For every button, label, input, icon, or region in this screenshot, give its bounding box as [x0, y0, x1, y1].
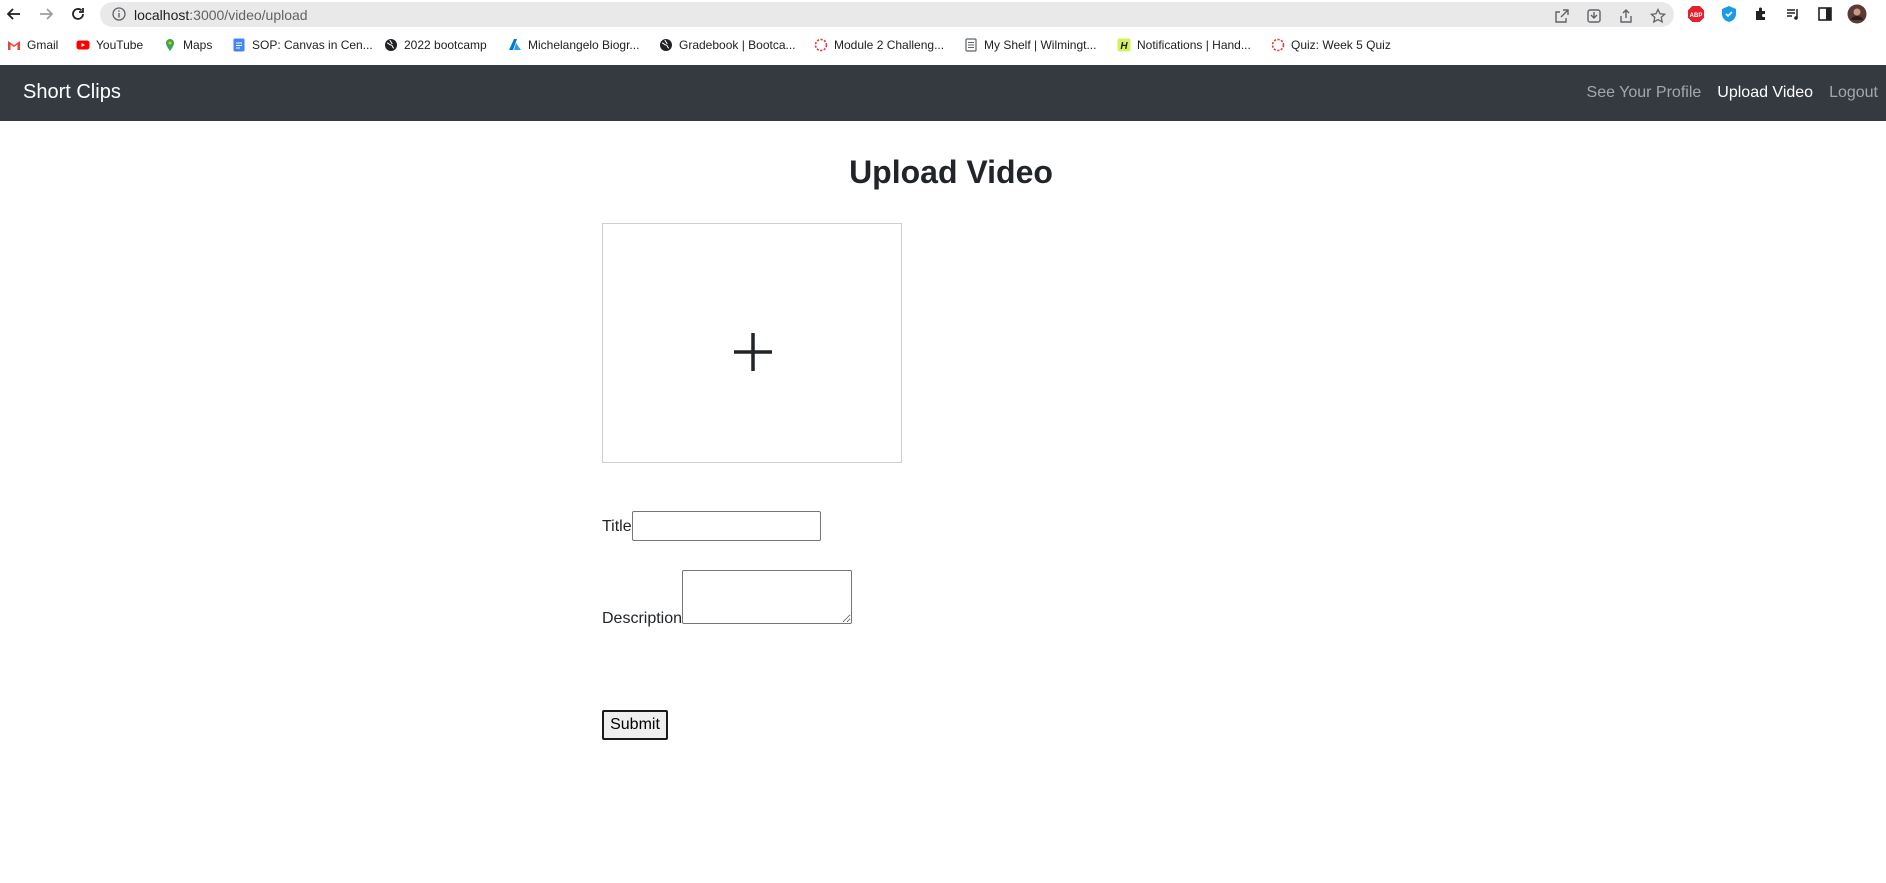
canvas-icon — [1271, 38, 1285, 52]
bookmark-2022-bootcamp[interactable]: 2022 bootcamp — [384, 36, 487, 54]
nav-link-logout[interactable]: Logout — [1821, 82, 1886, 104]
install-icon[interactable] — [1586, 8, 1602, 24]
bookmark-gmail[interactable]: Gmail — [7, 36, 58, 54]
bookmark-label: Notifications | Hand... — [1137, 38, 1251, 52]
bookmark-sop-canvas[interactable]: SOP: Canvas in Cen... — [232, 36, 373, 54]
adblock-icon[interactable]: ABP — [1686, 4, 1706, 24]
bookmark-youtube[interactable]: YouTube — [76, 36, 143, 54]
url-text: localhost:3000/video/upload — [134, 7, 308, 23]
azure-icon — [508, 38, 522, 52]
canvas-icon — [814, 38, 828, 52]
title-input[interactable] — [632, 511, 821, 541]
forward-arrow-icon[interactable] — [36, 4, 56, 24]
bookmark-module-2[interactable]: Module 2 Challeng... — [814, 36, 944, 54]
bookmark-label: Quiz: Week 5 Quiz — [1291, 38, 1391, 52]
browser-toolbar: localhost:3000/video/upload ABP — [0, 0, 1886, 28]
video-dropzone[interactable] — [602, 223, 902, 463]
bookmark-notifications[interactable]: H Notifications | Hand... — [1117, 36, 1251, 54]
submit-button[interactable]: Submit — [602, 710, 668, 740]
handshake-icon: H — [1117, 38, 1131, 52]
brand-link[interactable]: Short Clips — [23, 80, 121, 104]
nav-link-upload-video[interactable]: Upload Video — [1709, 82, 1821, 104]
docs-icon — [232, 38, 246, 52]
youtube-icon — [76, 38, 90, 52]
bookmark-label: Maps — [183, 38, 213, 52]
star-icon[interactable] — [1650, 8, 1666, 24]
globe-icon — [384, 38, 398, 52]
reload-icon[interactable] — [68, 4, 88, 24]
back-arrow-icon[interactable] — [4, 4, 24, 24]
bookmark-label: 2022 bootcamp — [404, 38, 487, 52]
puzzle-icon[interactable] — [1751, 4, 1771, 24]
side-panel-icon[interactable] — [1815, 4, 1835, 24]
gmail-icon — [7, 38, 21, 52]
globe-icon — [659, 38, 673, 52]
bookmark-label: My Shelf | Wilmingt... — [984, 38, 1097, 52]
bookmark-label: YouTube — [96, 38, 144, 52]
bookmark-maps[interactable]: Maps — [163, 36, 212, 54]
profile-avatar-icon[interactable] — [1847, 4, 1867, 24]
svg-text:H: H — [1120, 41, 1128, 52]
description-label: Description — [602, 610, 683, 627]
bookmarks-bar: Gmail YouTube Maps SOP: Canvas in Cen...… — [0, 32, 1886, 58]
description-textarea[interactable] — [682, 570, 852, 624]
page-icon — [964, 38, 978, 52]
bookmark-label: Module 2 Challeng... — [834, 38, 945, 52]
app-navbar: Short Clips See Your Profile Upload Vide… — [0, 65, 1886, 121]
bookmark-label: Michelangelo Biogr... — [528, 38, 640, 52]
nav-links: See Your Profile Upload Video Logout — [1579, 82, 1886, 104]
address-bar[interactable]: localhost:3000/video/upload — [100, 2, 1674, 27]
plus-icon — [734, 333, 772, 371]
open-in-new-icon[interactable] — [1554, 8, 1570, 24]
vpn-extension-icon[interactable] — [1719, 4, 1739, 24]
nav-link-see-your-profile[interactable]: See Your Profile — [1579, 82, 1710, 104]
bookmark-gradebook[interactable]: Gradebook | Bootca... — [659, 36, 796, 54]
bookmark-label: Gmail — [27, 38, 59, 52]
media-queue-icon[interactable] — [1783, 4, 1803, 24]
bookmark-my-shelf[interactable]: My Shelf | Wilmingt... — [964, 36, 1096, 54]
bookmark-label: Gradebook | Bootca... — [679, 38, 796, 52]
share-icon[interactable] — [1618, 8, 1634, 24]
bookmark-label: SOP: Canvas in Cen... — [252, 38, 373, 52]
site-info-icon[interactable] — [112, 7, 126, 21]
url-host: localhost — [134, 7, 190, 23]
svg-text:ABP: ABP — [1690, 13, 1703, 19]
title-label: Title — [602, 518, 632, 535]
maps-icon — [163, 38, 177, 52]
bookmark-michelangelo[interactable]: Michelangelo Biogr... — [508, 36, 639, 54]
bookmark-quiz-week-5[interactable]: Quiz: Week 5 Quiz — [1271, 36, 1391, 54]
page-title: Upload Video — [849, 154, 1053, 190]
url-path: :3000/video/upload — [189, 7, 308, 23]
